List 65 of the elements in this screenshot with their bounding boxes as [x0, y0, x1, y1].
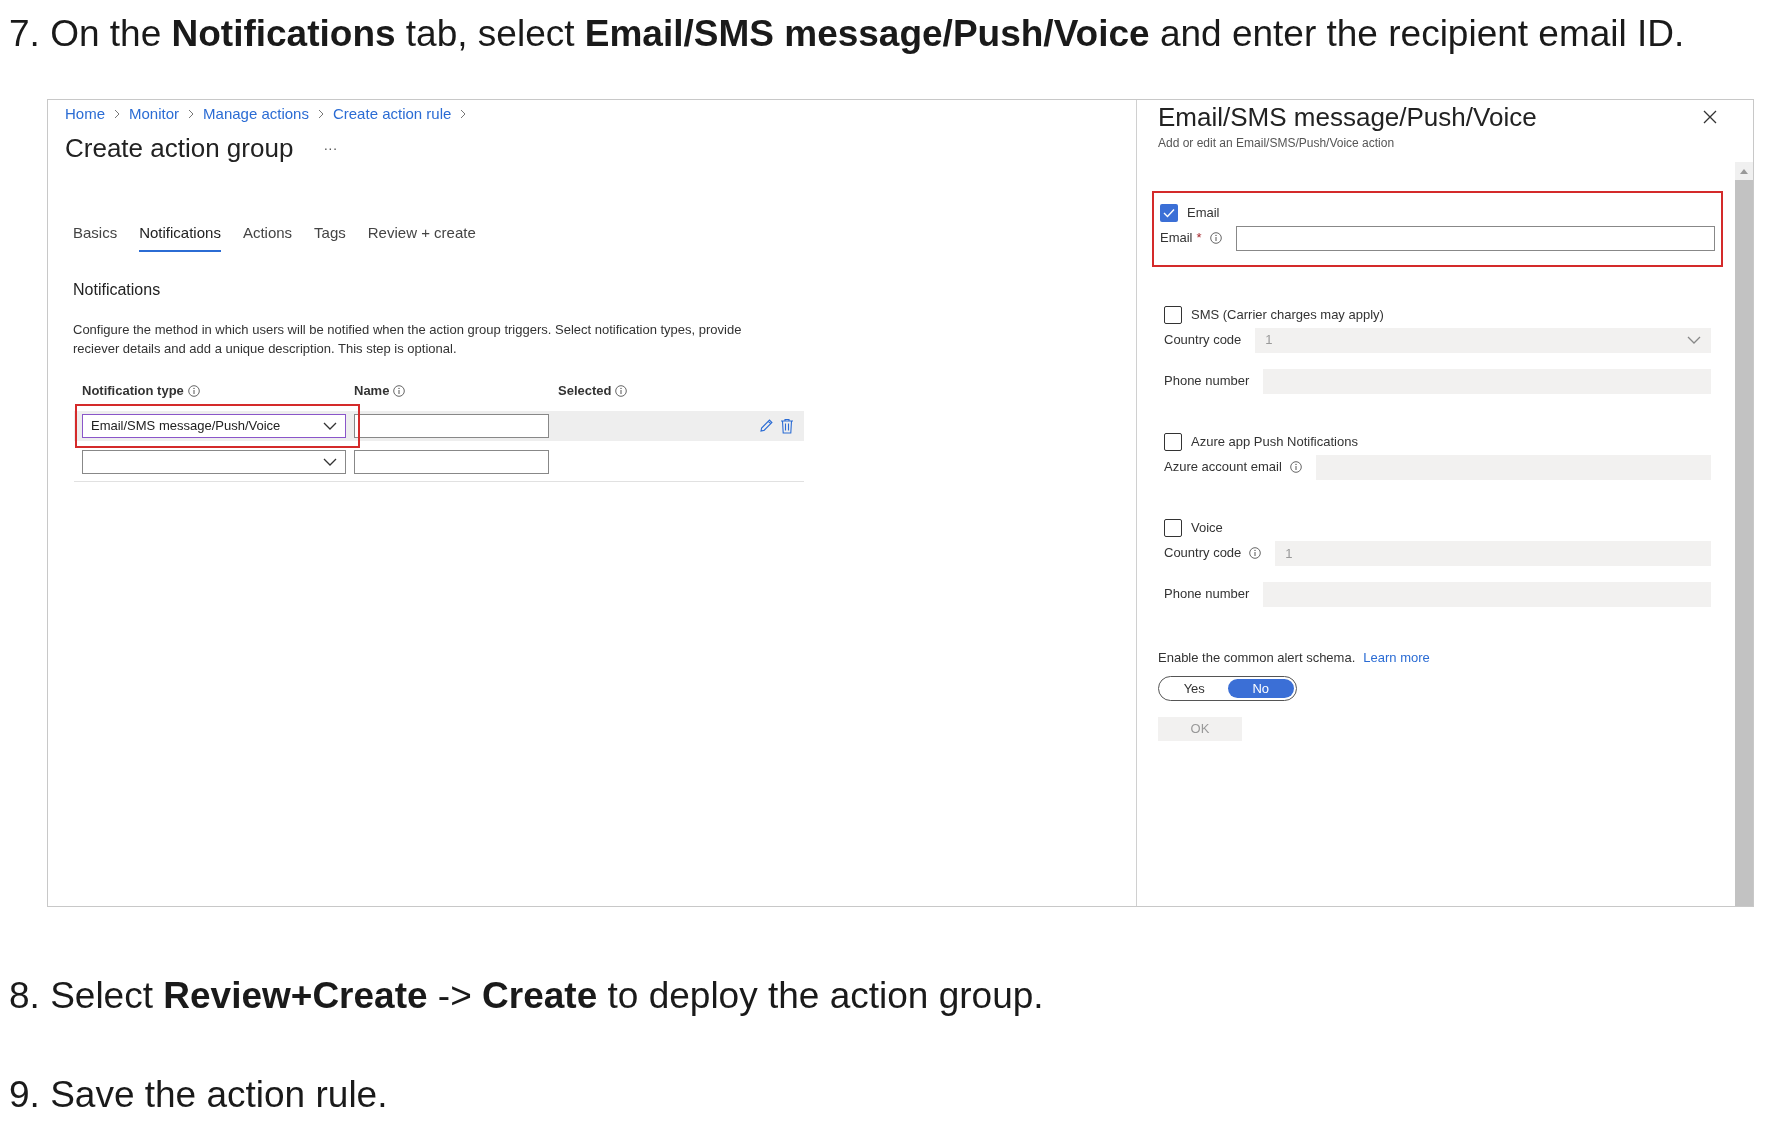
breadcrumb-link[interactable]: Create action rule	[332, 102, 452, 126]
up-arrow-icon	[1740, 168, 1748, 174]
chevron-down-icon	[1687, 336, 1701, 344]
info-icon	[1289, 461, 1302, 473]
checkbox-label: Azure app Push Notifications	[1191, 433, 1358, 452]
column-header: Notification type	[82, 381, 184, 400]
instruction-step: 8. Select Review+Create -> Create to deploy the action group.	[0, 976, 1767, 1016]
panel-title: Email/SMS message/Push/Voice	[1158, 102, 1537, 132]
column-header: Name	[354, 381, 390, 400]
checkbox[interactable]	[1164, 433, 1182, 451]
tab[interactable]: Basics	[73, 222, 118, 252]
name-input[interactable]	[354, 449, 549, 474]
column-header: Selected	[558, 381, 612, 400]
chevron-right-icon	[317, 109, 324, 119]
info-icon	[615, 384, 628, 397]
breadcrumb-link[interactable]: Monitor	[129, 102, 180, 126]
checkbox[interactable]	[1164, 519, 1182, 537]
field-label: Phone number	[1164, 372, 1250, 391]
chevron-right-icon	[460, 109, 467, 119]
checkbox-label: SMS (Carrier charges may apply)	[1191, 306, 1384, 325]
instruction-step: 7. On the Notifications tab, select Email/SMS message/Push/Voice and enter the recipient email ID.	[0, 0, 1767, 54]
notification-type-dropdown[interactable]: Email/SMS message/Push/Voice	[82, 413, 346, 438]
info-icon	[393, 384, 406, 397]
breadcrumb-link[interactable]: Home	[65, 102, 105, 126]
learn-more-link[interactable]: Learn more	[1363, 648, 1430, 668]
checkbox[interactable]	[1160, 204, 1178, 222]
section-heading: Notifications	[72, 279, 162, 300]
field-label: Country code	[1164, 331, 1242, 350]
required-asterisk: *	[1196, 229, 1202, 248]
info-icon	[1249, 547, 1262, 559]
chevron-down-icon	[323, 457, 337, 466]
notification-type-dropdown[interactable]	[82, 449, 346, 474]
toggle-option[interactable]: No	[1227, 679, 1294, 698]
panel-subtitle: Add or edit an Email/SMS/Push/Voice action	[1158, 135, 1396, 151]
info-icon	[1209, 232, 1222, 244]
checkbox-label: Voice	[1191, 519, 1223, 538]
checkmark-icon	[1163, 208, 1175, 218]
field-label: Country code	[1164, 544, 1242, 563]
info-icon	[187, 384, 200, 397]
chevron-right-icon	[114, 109, 120, 119]
checkbox[interactable]	[1164, 306, 1182, 324]
field-label: Phone number	[1164, 585, 1250, 604]
instruction-step: 9. Save the action rule.	[0, 1075, 1767, 1115]
trash-icon	[780, 417, 794, 434]
page-title: Create action group	[65, 131, 294, 165]
pencil-icon	[758, 417, 774, 434]
text-input[interactable]	[1235, 225, 1715, 251]
close-button[interactable]	[1703, 110, 1717, 124]
toggle-option[interactable]: Yes	[1161, 679, 1228, 698]
tab[interactable]: Tags	[314, 222, 346, 252]
tab[interactable]: Review + create	[367, 222, 476, 252]
field-label: Azure account email	[1164, 458, 1282, 477]
tab[interactable]: Notifications	[139, 222, 221, 252]
field-label: Email	[1160, 229, 1193, 248]
more-button[interactable]: ···	[323, 137, 338, 159]
schema-label: Enable the common alert schema.	[1158, 649, 1356, 668]
tab[interactable]: Actions	[242, 222, 293, 252]
name-input[interactable]	[354, 413, 549, 438]
scrollbar[interactable]	[1735, 162, 1753, 906]
checkbox-label: Email	[1187, 204, 1220, 223]
section-description: Configure the method in which users will be notified when the action group triggers. Select notification types, provide reciever details and add a unique description. This step is optional.	[72, 320, 743, 358]
close-icon	[1703, 110, 1717, 124]
chevron-down-icon	[323, 421, 337, 430]
chevron-right-icon	[188, 109, 195, 119]
breadcrumb-link[interactable]: Manage actions	[203, 102, 309, 126]
